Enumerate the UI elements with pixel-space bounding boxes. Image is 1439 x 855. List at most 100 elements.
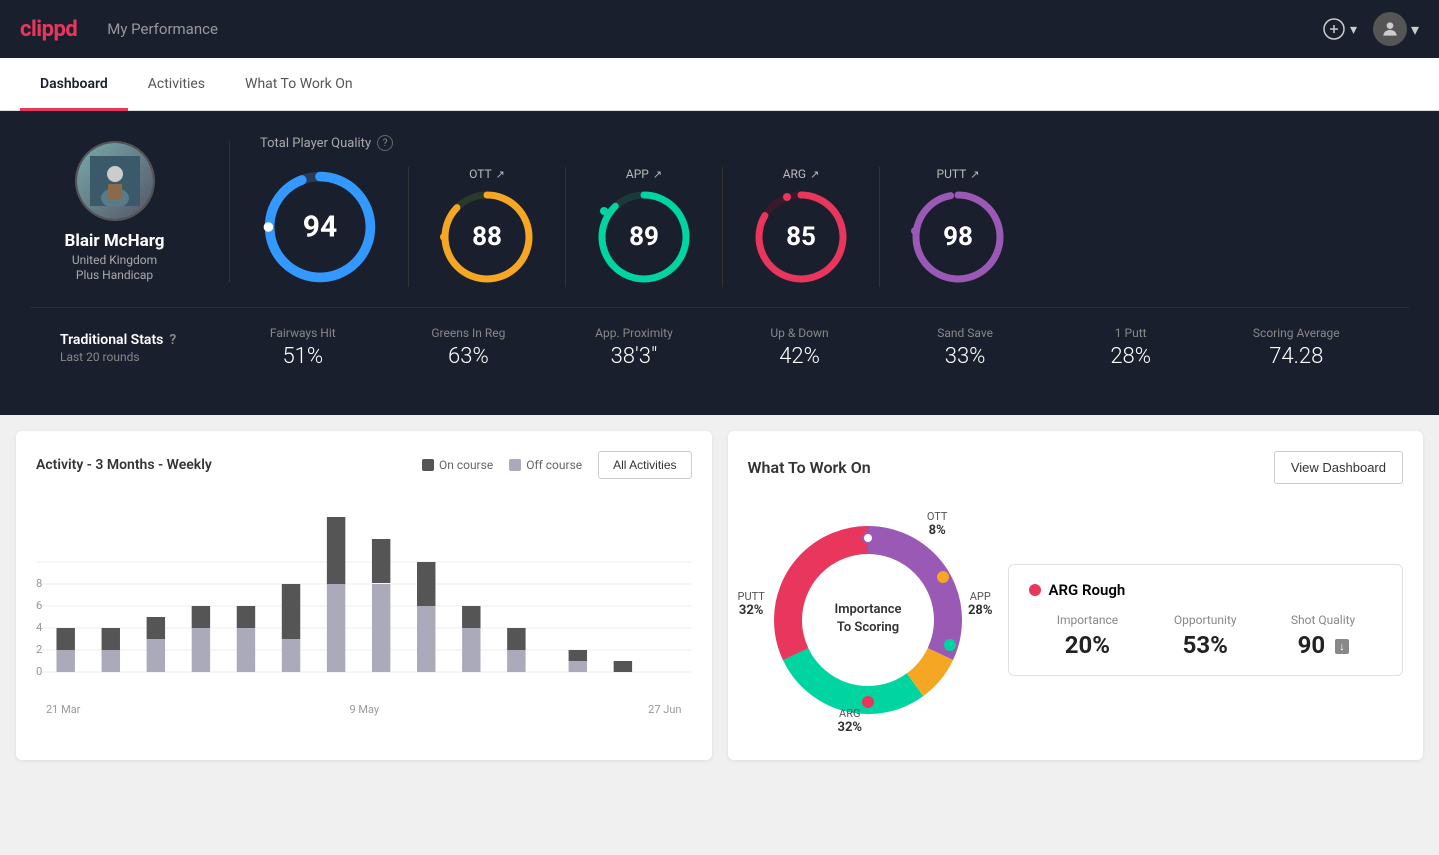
donut-label-putt: PUTT 32% — [738, 590, 765, 618]
stat-updown-label: Up & Down — [717, 326, 883, 340]
app-arrow: ↗ — [653, 168, 662, 181]
player-name: Blair McHarg — [64, 231, 164, 251]
metric-importance-value: 20% — [1029, 631, 1147, 659]
svg-text:6: 6 — [36, 599, 42, 612]
info-dot — [1029, 584, 1041, 596]
stat-greens-value: 63% — [386, 344, 552, 369]
stat-sandsave-label: Sand Save — [882, 326, 1048, 340]
add-chevron: ▾ — [1350, 21, 1357, 38]
hero-section: Blair McHarg United Kingdom Plus Handica… — [0, 111, 1439, 415]
chart-label-3: 27 Jun — [648, 703, 681, 716]
bar-1-on — [56, 628, 74, 650]
stat-sandsave-value: 33% — [882, 344, 1048, 369]
quality-help-icon[interactable]: ? — [377, 135, 393, 151]
legend-oncourse: On course — [422, 458, 493, 472]
view-dashboard-button[interactable]: View Dashboard — [1274, 451, 1403, 484]
gauge-app: 89 — [594, 187, 694, 287]
add-button[interactable]: ▾ — [1322, 17, 1357, 41]
info-card: ARG Rough Importance 20% Opportunity 53%… — [1008, 564, 1404, 676]
stat-greens: Greens In Reg 63% — [386, 326, 552, 369]
stat-greens-label: Greens In Reg — [386, 326, 552, 340]
avatar-wrap[interactable]: ▾ — [1373, 12, 1419, 46]
quality-label: Total Player Quality ? — [260, 135, 1409, 151]
score-ott: OTT ↗ 88 — [409, 167, 566, 287]
trad-stats-subtitle: Last 20 rounds — [60, 350, 220, 364]
donut-chart: Importance To Scoring OTT 8% APP 28% ARG — [748, 500, 988, 740]
chart-legend: On course Off course — [422, 458, 582, 472]
header: clippd My Performance ▾ ▾ — [0, 0, 1439, 58]
score-putt: PUTT ↗ 98 — [880, 167, 1036, 287]
player-info: Blair McHarg United Kingdom Plus Handica… — [30, 141, 230, 282]
gauge-putt: 98 — [908, 187, 1008, 287]
traditional-stats: Traditional Stats ? Last 20 rounds Fairw… — [30, 307, 1409, 387]
chart-svg: 0 2 4 6 8 — [36, 495, 692, 695]
tab-activities[interactable]: Activities — [128, 58, 225, 111]
chart-labels: 21 Mar 9 May 27 Jun — [36, 703, 692, 716]
activity-panel: Activity - 3 Months - Weekly On course O… — [16, 431, 712, 760]
stat-scoring-value: 74.28 — [1213, 344, 1379, 369]
score-arg: ARG ↗ 85 — [723, 167, 880, 287]
stat-sandsave: Sand Save 33% — [882, 326, 1048, 369]
quality-badge: ↓ — [1335, 639, 1349, 654]
arg-arrow: ↗ — [810, 168, 819, 181]
bottom-panels: Activity - 3 Months - Weekly On course O… — [0, 415, 1439, 776]
metric-importance-label: Importance — [1029, 613, 1147, 627]
metric-opportunity: Opportunity 53% — [1146, 613, 1264, 659]
player-handicap: Plus Handicap — [76, 268, 153, 282]
gauge-overall: 94 — [260, 167, 380, 287]
score-app: APP ↗ 89 — [566, 167, 723, 287]
svg-text:2: 2 — [36, 643, 42, 656]
gauge-arg: 85 — [751, 187, 851, 287]
chart-title: Activity - 3 Months - Weekly — [36, 457, 422, 473]
stat-oneputt: 1 Putt 28% — [1048, 326, 1214, 369]
gauge-ott: 88 — [437, 187, 537, 287]
quality-scores: 94 OTT ↗ 88 — [260, 167, 1409, 287]
svg-text:4: 4 — [36, 621, 42, 634]
tab-dashboard[interactable]: Dashboard — [20, 58, 128, 111]
overall-value: 94 — [303, 210, 337, 245]
ott-value: 88 — [472, 222, 502, 252]
legend-offcourse: Off course — [509, 458, 582, 472]
trad-stats-title: Traditional Stats ? — [60, 332, 220, 348]
stat-oneputt-value: 28% — [1048, 344, 1214, 369]
stat-fairways-value: 51% — [220, 344, 386, 369]
app-label: APP ↗ — [626, 167, 662, 181]
arg-value: 85 — [786, 222, 816, 252]
header-title: My Performance — [107, 20, 218, 38]
player-country: United Kingdom — [72, 253, 157, 267]
putt-arrow: ↗ — [970, 168, 979, 181]
stat-scoring: Scoring Average 74.28 — [1213, 326, 1379, 369]
tab-what-to-work-on[interactable]: What To Work On — [225, 58, 373, 111]
legend-oncourse-label: On course — [439, 458, 493, 472]
trad-stats-help-icon[interactable]: ? — [169, 332, 176, 348]
metric-importance: Importance 20% — [1029, 613, 1147, 659]
donut-label-ott: OTT 8% — [927, 510, 948, 538]
nav-tabs: Dashboard Activities What To Work On — [0, 58, 1439, 111]
avatar-image — [77, 143, 153, 219]
donut-label-arg: ARG 32% — [838, 707, 863, 735]
chart-label-1: 21 Mar — [46, 703, 80, 716]
ott-label: OTT ↗ — [469, 167, 505, 181]
stat-proximity: App. Proximity 38'3" — [551, 326, 717, 369]
trad-stats-label: Traditional Stats ? Last 20 rounds — [60, 332, 220, 364]
stat-scoring-label: Scoring Average — [1213, 326, 1379, 340]
all-activities-button[interactable]: All Activities — [598, 451, 691, 479]
logo: clippd — [20, 17, 77, 42]
legend-oncourse-dot — [422, 459, 434, 471]
stat-fairways: Fairways Hit 51% — [220, 326, 386, 369]
svg-text:Importance: Importance — [834, 602, 901, 617]
stat-updown: Up & Down 42% — [717, 326, 883, 369]
chart-header: Activity - 3 Months - Weekly On course O… — [36, 451, 692, 479]
stat-fairways-label: Fairways Hit — [220, 326, 386, 340]
metric-shotquality-label: Shot Quality — [1264, 613, 1382, 627]
chart-label-2: 9 May — [349, 703, 379, 716]
player-avatar — [75, 141, 155, 221]
user-avatar — [1373, 12, 1407, 46]
info-metrics: Importance 20% Opportunity 53% Shot Qual… — [1029, 613, 1383, 659]
quality-section: Total Player Quality ? 94 — [230, 135, 1409, 287]
stat-oneputt-label: 1 Putt — [1048, 326, 1214, 340]
metric-opportunity-label: Opportunity — [1146, 613, 1264, 627]
ott-arrow: ↗ — [496, 168, 505, 181]
wtwo-title: What To Work On — [748, 458, 1274, 477]
metric-shotquality-value: 90 ↓ — [1264, 631, 1382, 659]
